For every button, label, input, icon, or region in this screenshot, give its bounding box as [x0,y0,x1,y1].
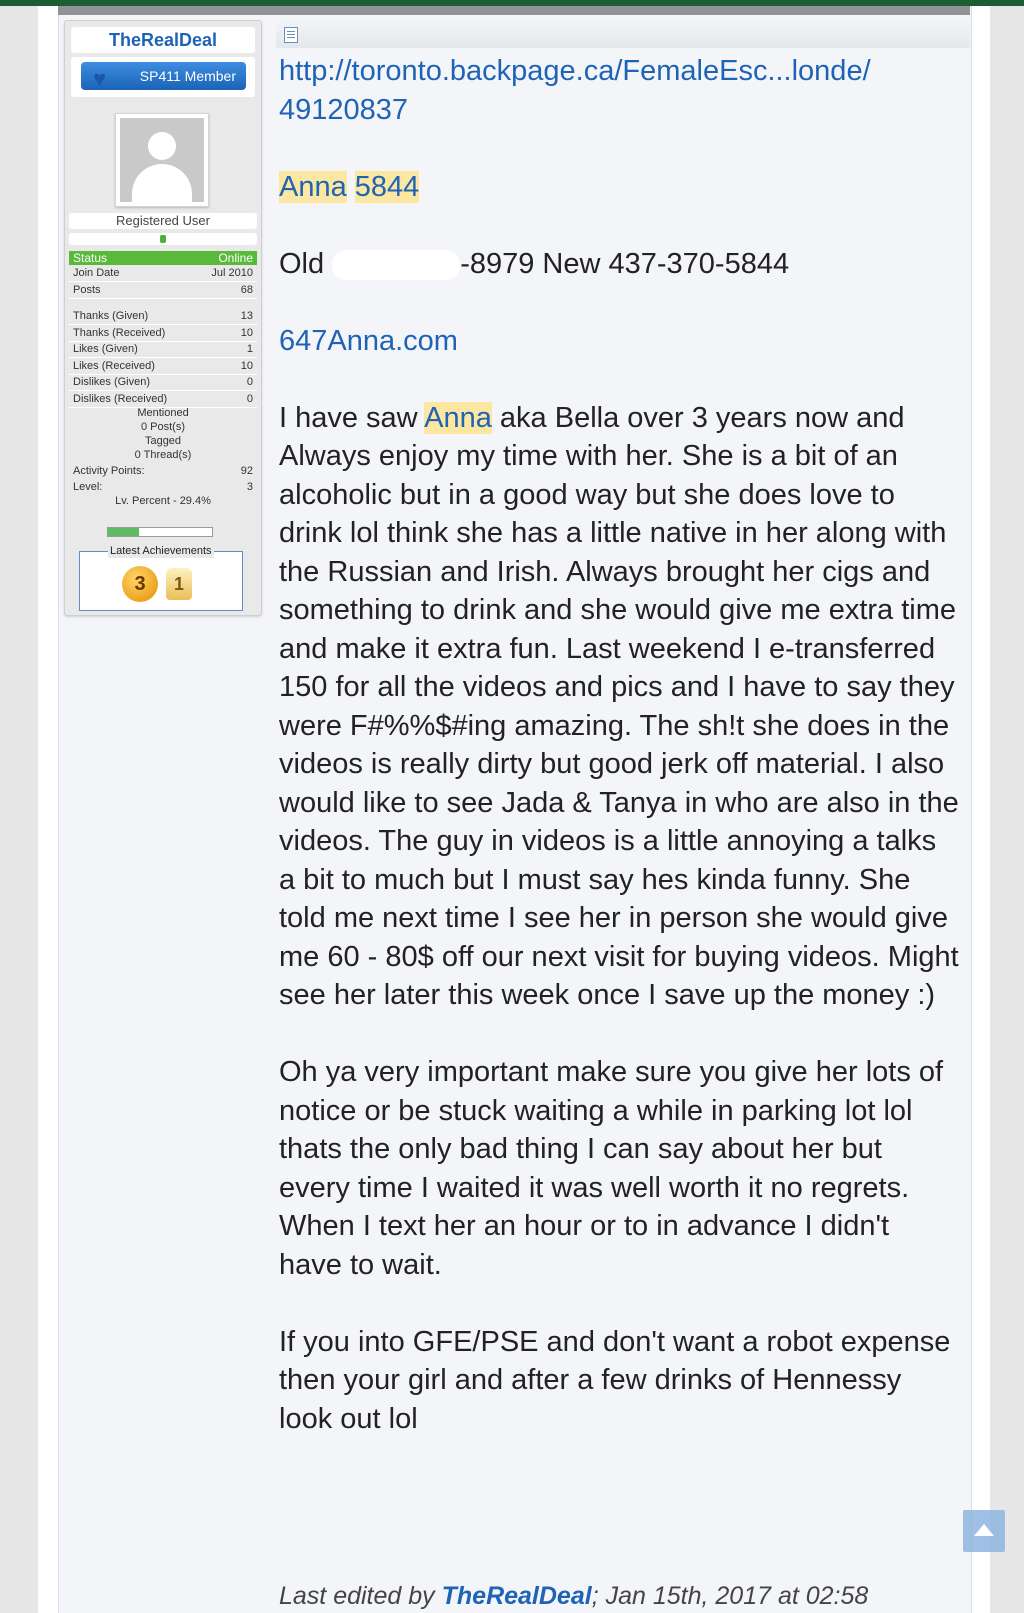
level-progress-bar [107,527,213,537]
last-edited-note: Last edited by TheRealDeal; Jan 15th, 20… [279,1580,959,1612]
edit-prefix: Last edited by [279,1582,435,1610]
stat-value: 68 [240,284,253,296]
stat-value: 0 [246,376,253,388]
stat-dislikes-received: Dislikes (Received) 0 [69,391,257,408]
stat-label: Thanks (Received) [73,327,166,339]
stat-activity-points: Activity Points: 92 [69,463,257,479]
achievements-box: Latest Achievements 3 1 [79,544,243,611]
avatar[interactable] [115,113,209,207]
stat-likes-received: Likes (Received) 10 [69,358,257,375]
mentioned-value-link[interactable]: 0 Post(s) [69,421,257,434]
stat-value: Jul 2010 [211,267,253,279]
scroll-to-top-button[interactable] [963,1510,1005,1552]
rank-badge: ♥ SP411 Member [81,62,246,91]
stat-posts: Posts 68 [69,282,257,299]
document-icon [284,27,298,43]
para1-pre: I have saw [279,401,418,434]
level-percent-label: Lv. Percent - 29.4% [115,495,211,507]
redaction-mark [332,249,461,280]
name-link[interactable]: Anna [279,170,347,203]
tagged-value-link[interactable]: 0 Thread(s) [69,449,257,462]
phone-old-tail: -8979 New 437-370-5844 [460,247,790,280]
rank-badge-label: SP411 Member [139,68,236,84]
stat-label: Level: [73,481,103,493]
stat-thanks-received: Thanks (Received) 10 [69,325,257,342]
phone-old-label: Old [279,247,325,280]
stat-value: 10 [240,360,253,372]
stat-value: 1 [246,343,253,355]
stat-value: 92 [240,465,253,477]
url-line-1: http://toronto.backpage.ca/FemaleEsc...l… [279,55,871,87]
user-title: Registered User [69,213,257,229]
stat-label: Activity Points: [73,465,145,477]
trophy-achievement-icon[interactable]: 1 [166,568,192,600]
status-row: Status Online [69,251,257,265]
post-header [276,20,970,48]
stat-label: Dislikes (Received) [73,393,168,405]
stat-label: Thanks (Given) [73,310,149,322]
paragraph-3: If you into GFE/PSE and don't want a rob… [279,1325,951,1435]
stat-value: 0 [246,393,253,405]
stat-dislikes-given: Dislikes (Given) 0 [69,374,257,391]
stat-label: Join Date [73,267,120,279]
stat-label: Dislikes (Given) [73,376,151,388]
achievements-title: Latest Achievements [108,544,214,558]
arrow-up-icon [974,1524,994,1536]
paragraph-1: I have saw Anna aka Bella over 3 years n… [279,399,959,1015]
stat-label: Likes (Given) [73,343,138,355]
para1-rest: aka Bella over 3 years now and Always en… [279,401,959,1012]
user-info-panel: TheRealDeal ♥ SP411 Member Registered Us… [64,20,262,616]
stat-level: Level: 3 [69,479,257,495]
tagged-label: Tagged [144,435,182,447]
medal-achievement-icon[interactable]: 3 [122,566,158,602]
default-avatar-icon [120,118,204,202]
level-progress-fill [108,528,139,536]
post-top-strip [58,6,970,15]
status-value: Online [218,251,253,265]
post-body: http://toronto.backpage.ca/FemaleEsc...l… [279,52,959,1438]
stat-value: 10 [240,327,253,339]
phone-line: Old -8979 New 437-370-5844 [279,245,959,284]
stat-value: 13 [240,310,253,322]
status-label: Status [73,251,108,265]
edit-suffix: ; Jan 15th, 2017 at 02:58 [591,1582,869,1610]
stat-join-date: Join Date Jul 2010 [69,265,257,282]
stat-label: Likes (Received) [73,360,155,372]
username-link[interactable]: TheRealDeal [71,27,255,53]
reputation-bar [69,233,257,245]
edit-author-link[interactable]: TheRealDeal [442,1582,592,1610]
heart-icon: ♥ [93,66,107,91]
rank-bar: ♥ SP411 Member [71,57,255,97]
reputation-pip-icon [160,235,166,243]
paragraph-2: Oh ya very important make sure you give … [279,1056,944,1281]
stat-label: Posts [73,284,101,296]
mentioned-label: Mentioned [137,407,189,419]
stat-likes-given: Likes (Given) 1 [69,341,257,358]
number-link[interactable]: 5844 [354,170,420,203]
stat-thanks-given: Thanks (Given) 13 [69,308,257,325]
post-url-link[interactable]: http://toronto.backpage.ca/FemaleEsc...l… [279,55,871,126]
url-line-2: 49120837 [279,93,409,126]
site-link[interactable]: 647Anna.com [279,325,458,357]
name-link-inline[interactable]: Anna [424,401,492,434]
stat-value: 3 [246,481,253,493]
